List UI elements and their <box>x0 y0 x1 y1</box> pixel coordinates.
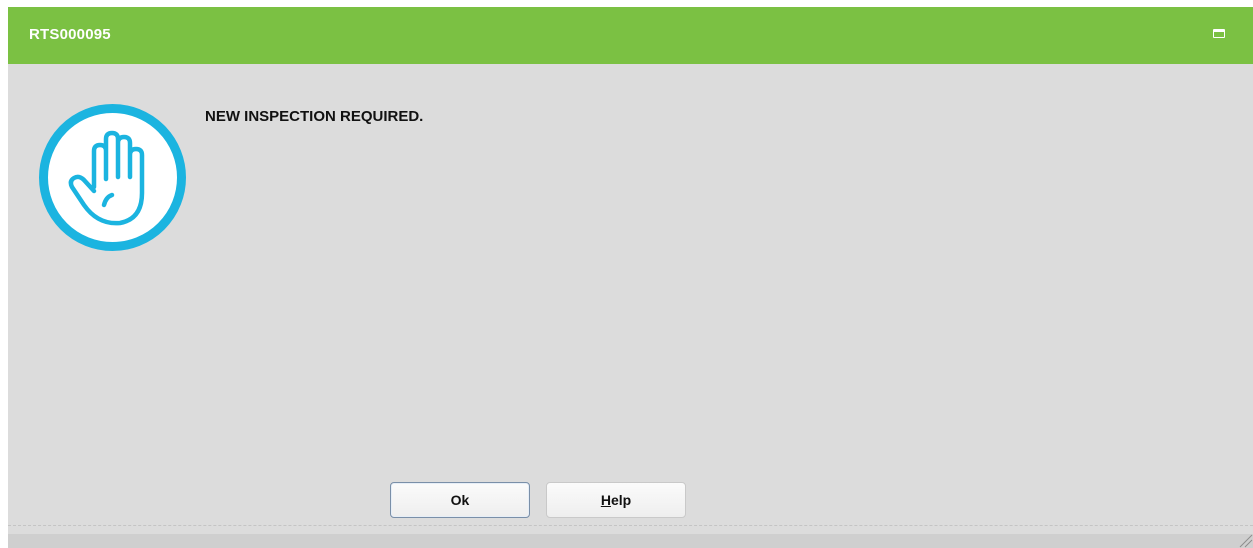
status-bar <box>8 534 1253 548</box>
help-button[interactable]: Help <box>546 482 686 518</box>
title-bar: RTS000095 <box>8 7 1253 64</box>
help-button-label: elp <box>610 492 632 508</box>
message-dialog: RTS000095 NEW INSPECTION REQUIRED. Ok He… <box>8 7 1253 548</box>
dialog-message: NEW INSPECTION REQUIRED. <box>205 108 424 125</box>
window-title: RTS000095 <box>29 26 111 43</box>
maximize-icon[interactable] <box>1213 29 1225 38</box>
resize-grip-icon[interactable] <box>1237 532 1253 548</box>
help-mnemonic: H <box>600 492 611 508</box>
ok-button[interactable]: Ok <box>390 482 530 518</box>
stop-hand-icon <box>39 104 186 251</box>
divider <box>8 525 1253 526</box>
ok-button-label: Ok <box>450 492 470 508</box>
